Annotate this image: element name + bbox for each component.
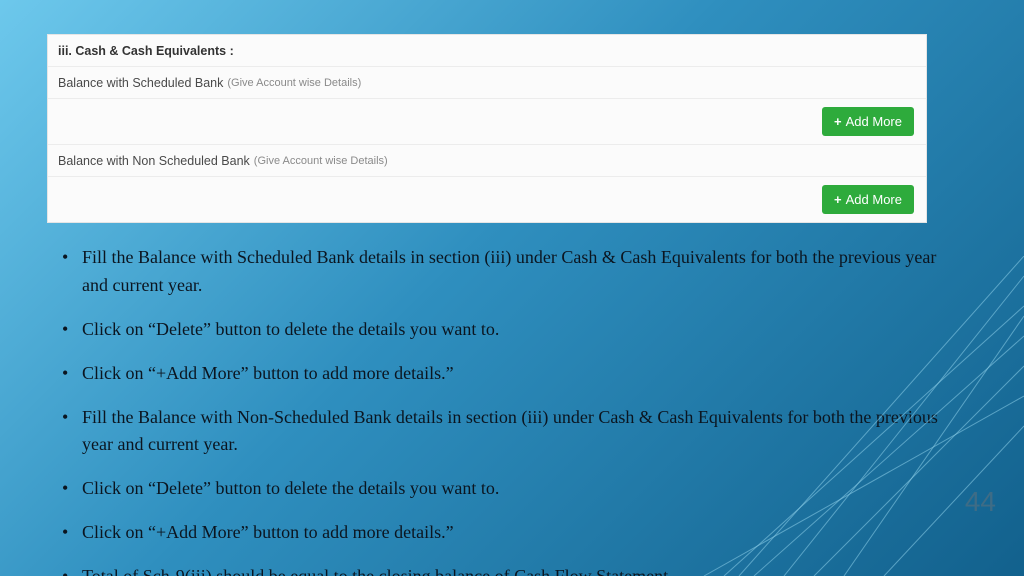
- list-item: Fill the Balance with Scheduled Bank det…: [58, 244, 963, 300]
- bullet-text: Click on “Delete” button to delete the d…: [82, 478, 499, 498]
- scheduled-bank-label: Balance with Scheduled Bank: [58, 76, 223, 90]
- non-scheduled-bank-hint: (Give Account wise Details): [254, 155, 388, 167]
- add-more-label: Add More: [846, 114, 902, 129]
- list-item: Click on “Delete” button to delete the d…: [58, 316, 963, 344]
- scheduled-bank-row: Balance with Scheduled Bank (Give Accoun…: [48, 67, 926, 99]
- list-item: Fill the Balance with Non-Scheduled Bank…: [58, 404, 963, 460]
- add-more-row-1: + Add More: [48, 99, 926, 145]
- bullet-text: Click on “+Add More” button to add more …: [82, 522, 454, 542]
- instruction-list: Fill the Balance with Scheduled Bank det…: [58, 244, 963, 576]
- form-panel: iii. Cash & Cash Equivalents : Balance w…: [47, 34, 927, 223]
- list-item: Click on “Delete” button to delete the d…: [58, 475, 963, 503]
- non-scheduled-bank-row: Balance with Non Scheduled Bank (Give Ac…: [48, 145, 926, 177]
- non-scheduled-bank-label: Balance with Non Scheduled Bank: [58, 154, 250, 168]
- list-item: Total of Sch-9(iii) should be equal to t…: [58, 563, 963, 576]
- bullet-text: Fill the Balance with Non-Scheduled Bank…: [82, 407, 938, 455]
- list-item: Click on “+Add More” button to add more …: [58, 519, 963, 547]
- plus-icon: +: [834, 192, 842, 207]
- bullet-text: Click on “Delete” button to delete the d…: [82, 319, 499, 339]
- list-item: Click on “+Add More” button to add more …: [58, 360, 963, 388]
- add-more-button[interactable]: + Add More: [822, 185, 914, 214]
- scheduled-bank-hint: (Give Account wise Details): [227, 77, 361, 89]
- add-more-label: Add More: [846, 192, 902, 207]
- page-number: 44: [965, 486, 996, 518]
- add-more-button[interactable]: + Add More: [822, 107, 914, 136]
- add-more-row-2: + Add More: [48, 177, 926, 222]
- slide: iii. Cash & Cash Equivalents : Balance w…: [0, 0, 1024, 576]
- section-header-text: iii. Cash & Cash Equivalents :: [58, 44, 234, 58]
- plus-icon: +: [834, 114, 842, 129]
- bullet-text: Click on “+Add More” button to add more …: [82, 363, 454, 383]
- bullet-text: Fill the Balance with Scheduled Bank det…: [82, 247, 936, 295]
- bullet-text: Total of Sch-9(iii) should be equal to t…: [82, 566, 673, 576]
- section-header: iii. Cash & Cash Equivalents :: [48, 35, 926, 67]
